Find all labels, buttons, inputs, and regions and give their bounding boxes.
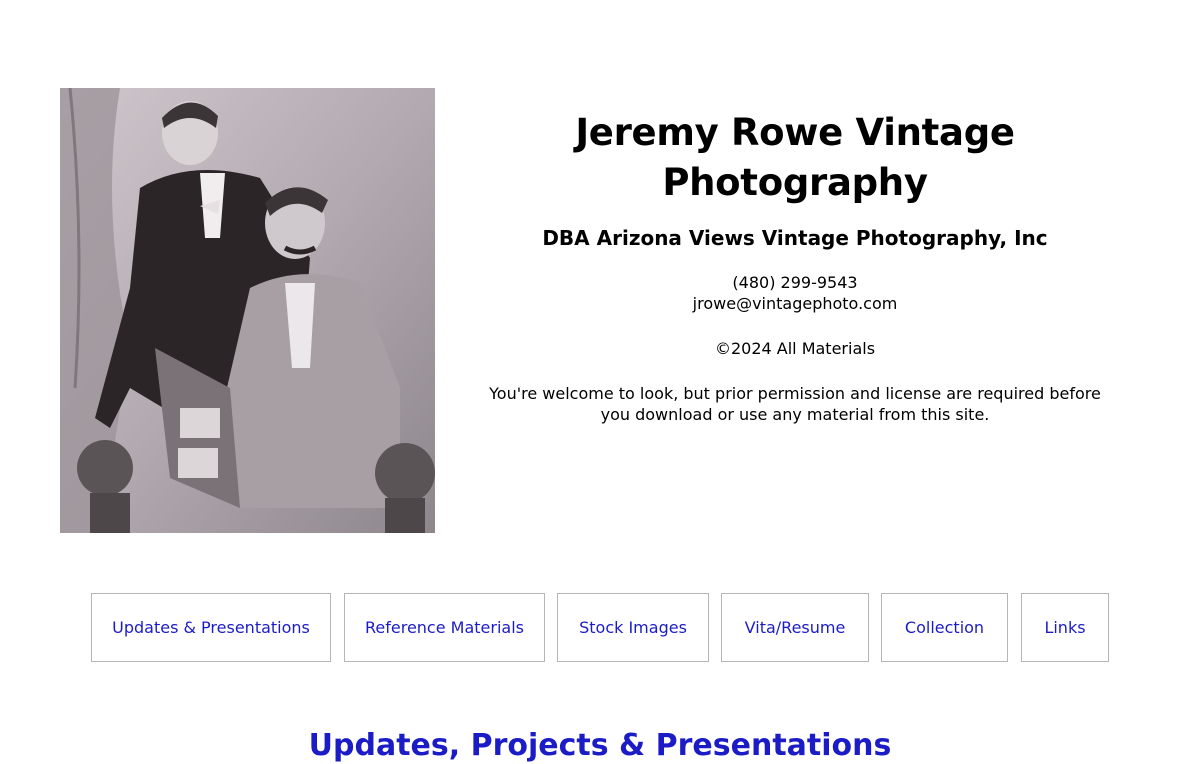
usage-notice: You're welcome to look, but prior permis… [489, 384, 1101, 424]
phone-number: (480) 299-9543 [732, 273, 858, 292]
nav-updates-presentations[interactable]: Updates & Presentations [91, 593, 331, 662]
nav-collection[interactable]: Collection [881, 593, 1008, 662]
contact-info: (480) 299-9543 jrowe@vintagephoto.com [475, 272, 1115, 314]
main-navigation: Updates & Presentations Reference Materi… [0, 593, 1200, 664]
page-subtitle: DBA Arizona Views Vintage Photography, I… [542, 226, 1048, 250]
section-heading: Updates, Projects & Presentations [308, 728, 892, 763]
page-title: Jeremy Rowe Vintage Photography [575, 111, 1015, 204]
nav-reference-materials[interactable]: Reference Materials [344, 593, 545, 662]
vintage-portrait-photo [60, 88, 435, 533]
nav-links[interactable]: Links [1021, 593, 1109, 662]
nav-vita-resume[interactable]: Vita/Resume [721, 593, 869, 662]
copyright-text: ©2024 All Materials [714, 339, 876, 358]
email-address: jrowe@vintagephoto.com [692, 294, 898, 313]
site-header: Jeremy Rowe Vintage Photography DBA Ariz… [475, 108, 1115, 425]
nav-stock-images[interactable]: Stock Images [557, 593, 709, 662]
